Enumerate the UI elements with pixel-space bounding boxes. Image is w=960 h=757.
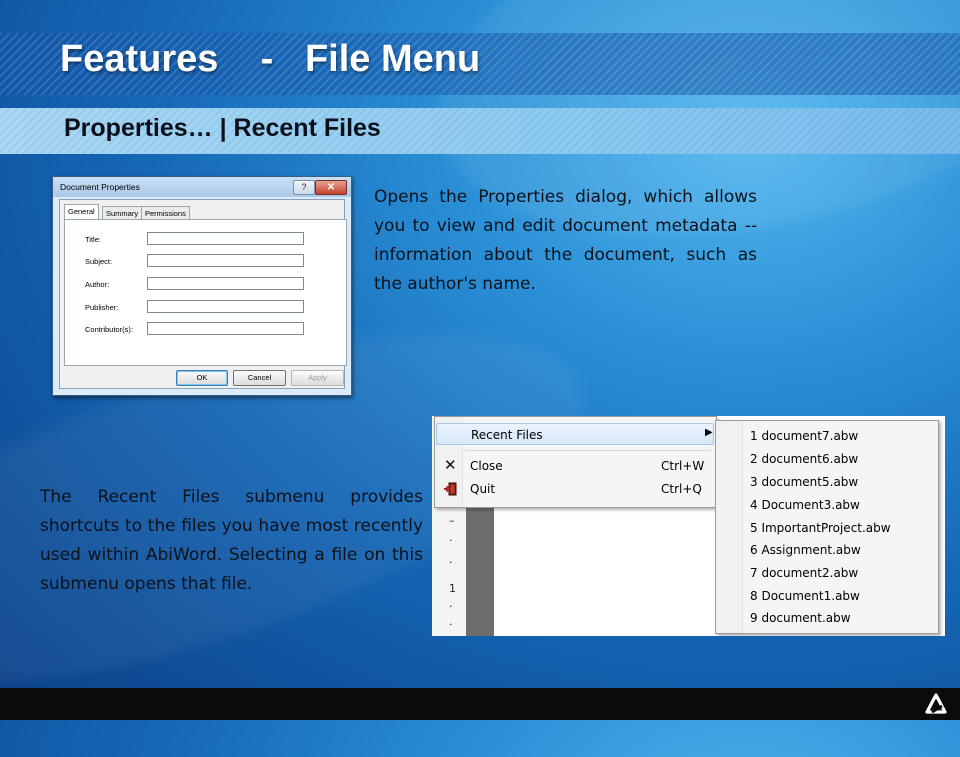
properties-description: Opens the Properties dialog, which allow… [374, 187, 757, 294]
recent-files-menu-screenshot: – · · 1 · · Recent Files ▶ ✕ Close Ctrl+… [432, 416, 945, 636]
footer-bar [0, 688, 960, 720]
recent-file-item[interactable]: 6 Assignment.abw [750, 543, 861, 557]
recent-file-item[interactable]: 4 Document3.abw [750, 498, 860, 512]
dialog-close-button[interactable]: ✕ [315, 180, 347, 195]
author-label: Author: [85, 280, 110, 289]
recent-files-description: The Recent Files submenu provides shortc… [40, 487, 423, 594]
recent-files-submenu: 1 document7.abw 2 document6.abw 3 docume… [715, 420, 939, 634]
close-shortcut: Ctrl+W [661, 459, 705, 473]
file-menu: Recent Files ▶ ✕ Close Ctrl+W Quit Ctrl+… [434, 416, 717, 508]
contributors-field[interactable] [147, 322, 304, 335]
recent-files-label: Recent Files [471, 428, 543, 442]
dialog-title: Document Properties [60, 182, 140, 192]
ruler-mark: – [449, 514, 455, 527]
quit-shortcut: Ctrl+Q [661, 482, 702, 496]
slide-title: Features - File Menu [60, 38, 481, 80]
ruler-mark: · [449, 556, 453, 569]
tab-permissions[interactable]: Permissions [141, 206, 190, 220]
author-field[interactable] [147, 277, 304, 290]
abiword-logo-icon [925, 693, 947, 714]
ok-button[interactable]: OK [176, 370, 228, 386]
contributors-row: Contributor(s): [65, 322, 346, 338]
subject-field[interactable] [147, 254, 304, 267]
title-row: Title: [65, 232, 346, 248]
ruler-mark: 1 [449, 582, 456, 595]
exit-icon [444, 482, 457, 496]
recent-file-item[interactable]: 3 document5.abw [750, 475, 858, 489]
document-properties-dialog: Document Properties ? ✕ General Summary … [52, 176, 352, 396]
tab-general[interactable]: General [64, 204, 99, 220]
recent-file-item[interactable]: 1 document7.abw [750, 429, 858, 443]
quit-label: Quit [470, 482, 496, 496]
dialog-body: General Summary Permissions Title: Subje… [59, 199, 347, 389]
general-tab-panel: Title: Subject: Author: Publisher: Contr… [64, 219, 347, 366]
tab-summary[interactable]: Summary [102, 206, 143, 220]
cancel-button[interactable]: Cancel [233, 370, 286, 386]
contributors-label: Contributor(s): [85, 325, 133, 334]
help-button[interactable]: ? [293, 180, 315, 195]
title-label: Title: [85, 235, 101, 244]
recent-file-item[interactable]: 7 document2.abw [750, 566, 858, 580]
dialog-titlebar: Document Properties ? ✕ [53, 177, 351, 197]
apply-button[interactable]: Apply [291, 370, 344, 386]
recent-file-item[interactable]: 9 document.abw [750, 611, 851, 625]
ruler-mark: · [449, 534, 453, 547]
author-row: Author: [65, 277, 346, 293]
subject-row: Subject: [65, 254, 346, 270]
publisher-row: Publisher: [65, 300, 346, 316]
submenu-arrow-icon: ▶ [705, 427, 713, 438]
menu-item-close[interactable]: ✕ Close Ctrl+W [436, 455, 714, 477]
menu-item-recent-files[interactable]: Recent Files ▶ [436, 423, 714, 445]
recent-file-item[interactable]: 2 document6.abw [750, 452, 858, 466]
slide-subtitle: Properties… | Recent Files [64, 114, 381, 142]
title-field[interactable] [147, 232, 304, 245]
recent-file-item[interactable]: 8 Document1.abw [750, 589, 860, 603]
ruler-mark: · [449, 600, 453, 613]
submenu-icon-column [716, 421, 743, 633]
menu-item-quit[interactable]: Quit Ctrl+Q [436, 478, 714, 500]
ruler-mark: · [449, 618, 453, 631]
close-icon: ✕ [444, 456, 457, 474]
recent-file-item[interactable]: 5 ImportantProject.abw [750, 521, 891, 535]
menu-separator [465, 450, 711, 451]
subject-label: Subject: [85, 257, 113, 266]
close-label: Close [470, 459, 503, 473]
publisher-field[interactable] [147, 300, 304, 313]
publisher-label: Publisher: [85, 303, 119, 312]
